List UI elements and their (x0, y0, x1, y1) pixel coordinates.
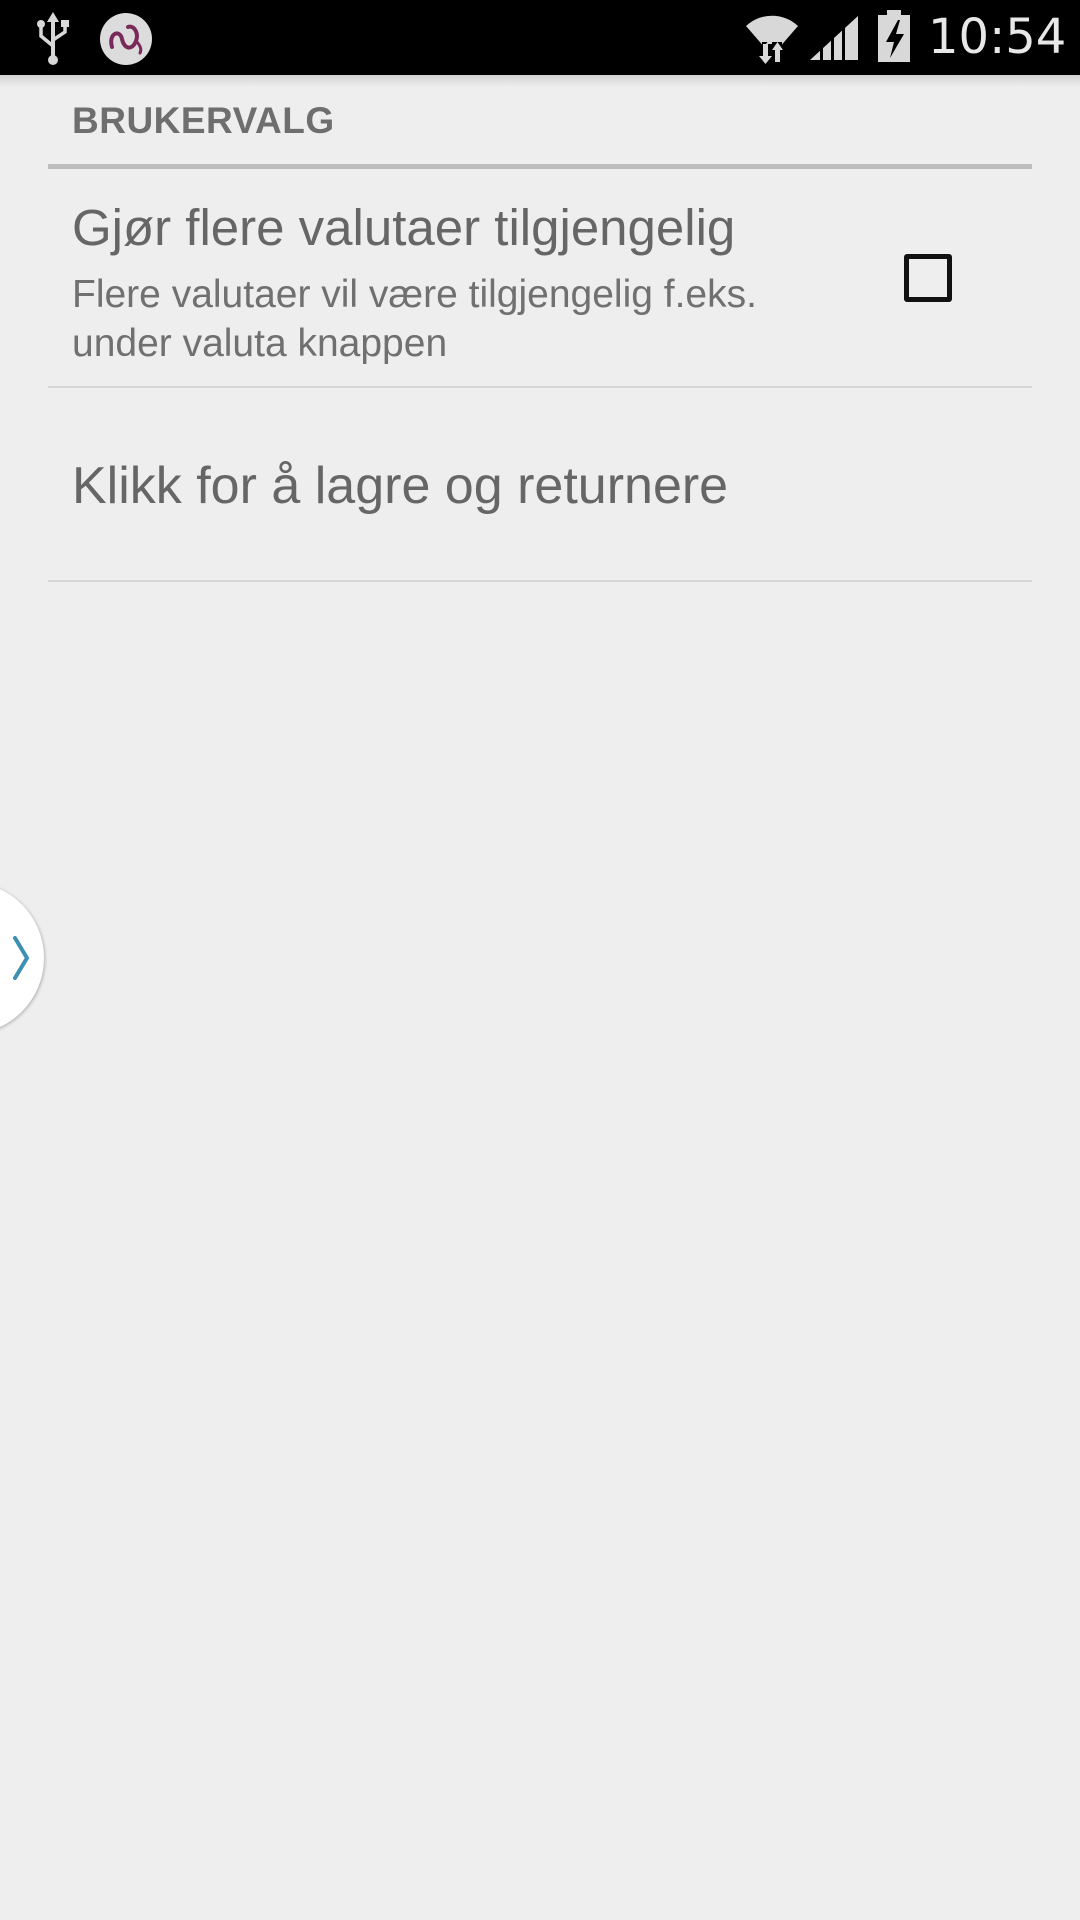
list-divider (48, 580, 1032, 582)
status-bar-shadow (0, 75, 1080, 87)
chevron-right-icon (13, 936, 29, 980)
battery-charging-icon (874, 8, 914, 64)
status-clock: 10:54 (928, 9, 1067, 65)
settings-screen: 10:54 BRUKERVALG Gjør flere valutaer til… (0, 0, 1080, 1920)
drawer-handle[interactable] (0, 882, 44, 1034)
signal-icon (808, 14, 860, 62)
category-divider (48, 164, 1032, 169)
preference-summary: Flere valutaer vil være tilgjengelig f.e… (72, 273, 757, 365)
status-bar: 10:54 (0, 0, 1080, 75)
currency-checkbox[interactable] (904, 254, 952, 302)
category-title: BRUKERVALG (72, 100, 335, 141)
save-and-return-item[interactable]: Klikk for å lagre og returnere (48, 388, 1032, 580)
save-and-return-label: Klikk for å lagre og returnere (72, 457, 729, 515)
preference-title: Gjør flere valutaer tilgjengelig (72, 199, 736, 256)
usb-icon (34, 10, 72, 66)
wifi-icon (742, 8, 802, 64)
app-notification-icon (98, 11, 154, 67)
